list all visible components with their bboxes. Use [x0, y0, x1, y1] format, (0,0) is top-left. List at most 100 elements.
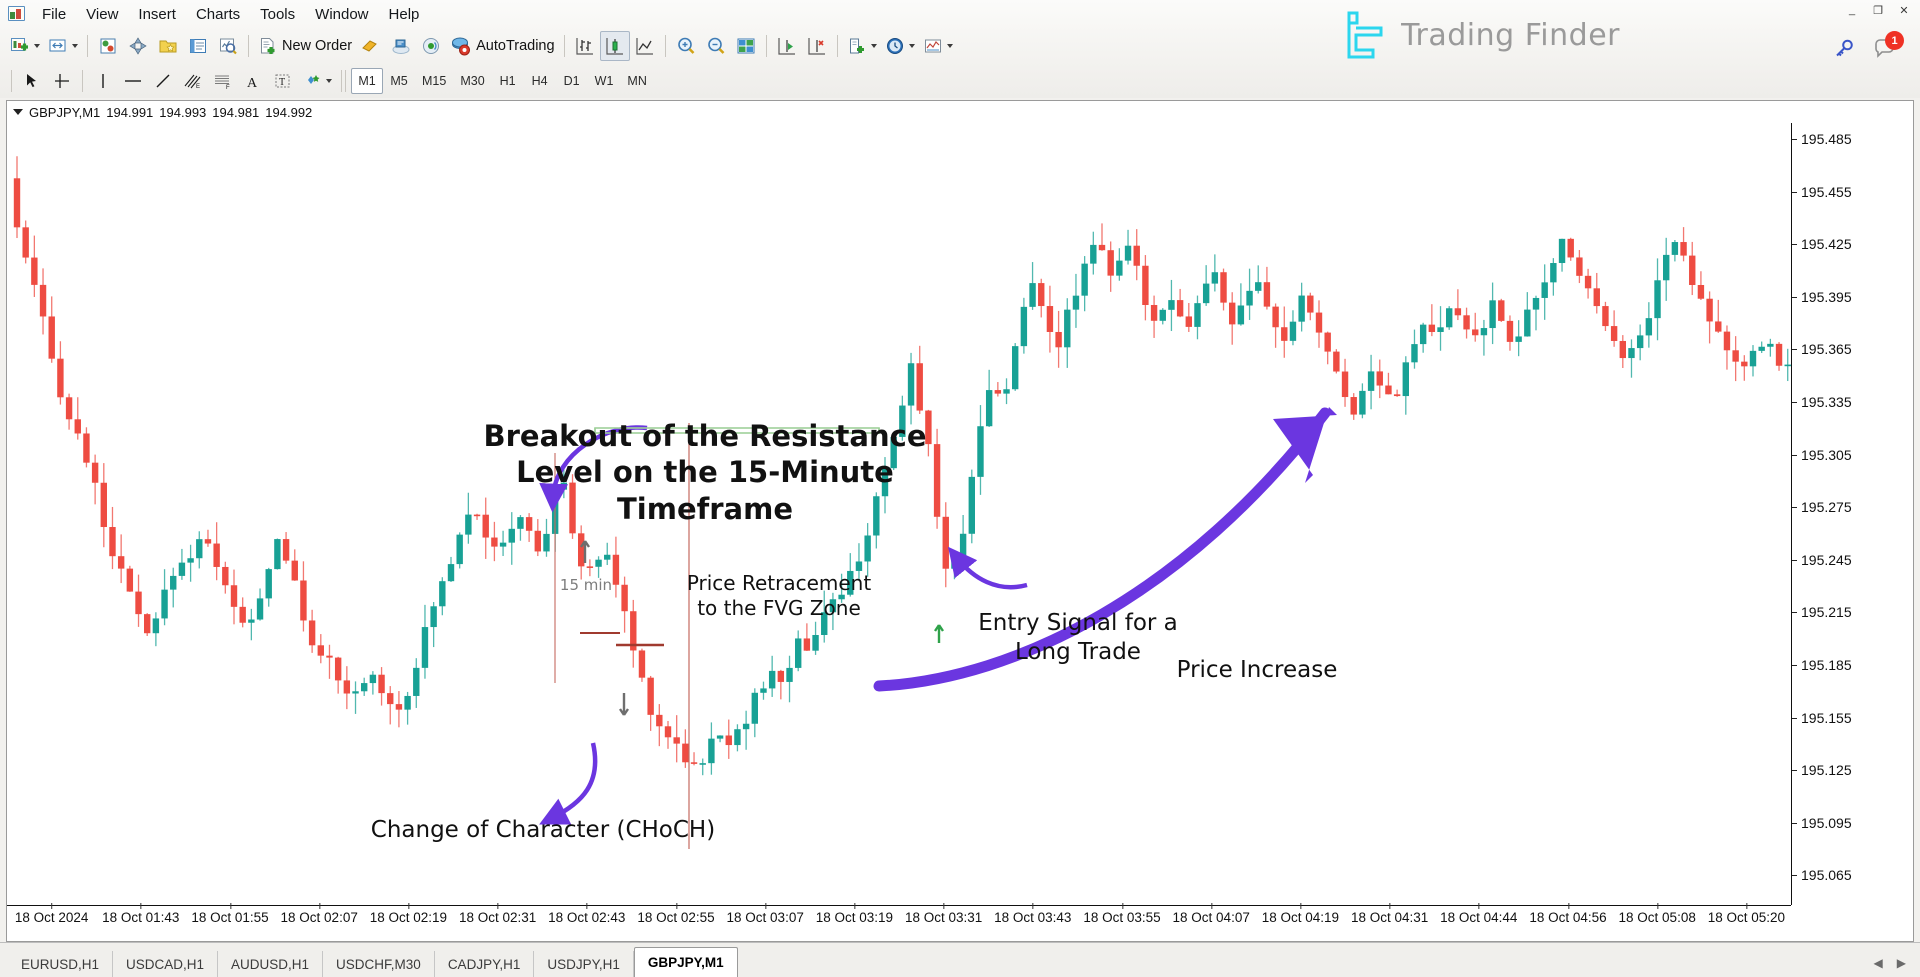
periods-button[interactable] [881, 31, 919, 61]
candle-body [1098, 244, 1106, 251]
restore-button[interactable]: ❐ [1866, 2, 1890, 18]
brand-name: Trading Finder [1401, 17, 1620, 53]
candle-body [126, 568, 134, 592]
line-chart-button[interactable] [630, 31, 660, 61]
candle-body [1636, 335, 1644, 349]
new-chart-button[interactable] [6, 31, 44, 61]
fibonacci-retracement-tool[interactable]: F [208, 66, 238, 96]
equidistant-channel-tool[interactable]: E [178, 66, 208, 96]
horizontal-line-icon [125, 80, 141, 82]
candle-body [525, 517, 533, 531]
svg-text:F: F [226, 85, 230, 90]
crosshair-tool[interactable] [47, 66, 77, 96]
time-tick: 18 Oct 03:19 [815, 903, 894, 925]
expert-advisors-button[interactable] [386, 31, 416, 61]
signals-button[interactable] [416, 31, 446, 61]
candle-body [1446, 308, 1453, 328]
candle-body [1333, 351, 1340, 372]
candle-body [985, 390, 993, 427]
shapes-tool[interactable] [298, 66, 336, 96]
trendline-tool[interactable] [148, 66, 178, 96]
candle-body [378, 674, 385, 694]
alerts-button[interactable]: 1 [1872, 31, 1904, 62]
text-label-tool[interactable]: T [268, 66, 298, 96]
menu-item-file[interactable]: File [32, 3, 76, 26]
chart-low: 194.981 [212, 104, 260, 120]
favourites-button[interactable] [153, 31, 183, 61]
templates-button[interactable] [919, 31, 957, 61]
candle-body [1376, 371, 1383, 386]
chart-tab-gbpjpy[interactable]: GBPJPY,M1 [633, 947, 738, 977]
timeframe-w1[interactable]: W1 [588, 68, 621, 94]
candle-body [1142, 265, 1149, 305]
tile-windows-button[interactable] [731, 31, 761, 61]
menu-item-tools[interactable]: Tools [250, 3, 305, 26]
candle-body [1229, 302, 1236, 325]
autotrading-icon [452, 37, 471, 56]
bar-chart-button[interactable] [570, 31, 600, 61]
candle-body [196, 539, 203, 559]
menu-item-help[interactable]: Help [379, 3, 430, 26]
metaeditor-button[interactable] [356, 31, 386, 61]
timeframe-m1[interactable]: M1 [351, 68, 383, 94]
chart-tab-eurusd[interactable]: EURUSD,H1 [8, 951, 114, 977]
minimize-button[interactable]: _ [1840, 2, 1864, 18]
vertical-line-tool[interactable] [88, 66, 118, 96]
profiles-button[interactable] [44, 31, 82, 61]
candle-body [1081, 263, 1088, 296]
new-order-button[interactable]: New Order [254, 31, 356, 61]
time-tick: 18 Oct 2024 [14, 903, 89, 925]
candle-body [1012, 346, 1019, 390]
chart-plot-area[interactable]: Breakout of the Resistance Level on the … [7, 123, 1913, 941]
chart-tab-usdjpy[interactable]: USDJPY,H1 [534, 951, 634, 977]
candlestick-chart-button[interactable] [599, 31, 630, 61]
strategy-tester-button[interactable] [213, 31, 243, 61]
chart-tab-audusd[interactable]: AUDUSD,H1 [218, 951, 324, 977]
autotrading-button[interactable]: AutoTrading [446, 31, 558, 61]
price-axis[interactable]: 195.485 195.455 195.425 195.395 195.365 195.3… [1791, 123, 1913, 905]
key-search-icon[interactable] [1832, 37, 1856, 61]
candle-body [1272, 306, 1279, 328]
horizontal-line-tool[interactable] [118, 66, 148, 96]
text-tool[interactable]: A [238, 66, 268, 96]
candlestick-chart-icon [605, 38, 623, 55]
timeframe-h1[interactable]: H1 [492, 68, 524, 94]
chart-tab-cadjpy[interactable]: CADJPY,H1 [435, 951, 535, 977]
navigator-button[interactable] [123, 31, 153, 61]
chevron-down-icon[interactable] [13, 109, 23, 115]
menu-item-window[interactable]: Window [305, 3, 378, 26]
timeframe-d1[interactable]: D1 [556, 68, 588, 94]
zoom-in-button[interactable] [671, 31, 701, 61]
price-tick: 195.155 [1792, 710, 1852, 726]
menu-item-insert[interactable]: Insert [128, 3, 186, 26]
candle-body [1237, 305, 1245, 325]
candle-body [751, 692, 758, 724]
timeframe-m5[interactable]: M5 [383, 68, 415, 94]
timeframe-mn[interactable]: MN [620, 68, 653, 94]
chart-tab-usdchf[interactable]: USDCHF,M30 [323, 951, 435, 977]
time-tick: 18 Oct 02:07 [280, 903, 358, 925]
timeframe-h4[interactable]: H4 [524, 68, 556, 94]
chart-tab-usdcad[interactable]: USDCAD,H1 [113, 951, 219, 977]
cursor-tool[interactable] [17, 66, 47, 96]
auto-scroll-button[interactable] [772, 31, 802, 61]
indicators-button[interactable] [843, 31, 881, 61]
close-button[interactable]: ✕ [1892, 2, 1916, 18]
terminal-button[interactable] [183, 31, 213, 61]
chart-shift-button[interactable] [802, 31, 832, 61]
menu-item-charts[interactable]: Charts [186, 3, 250, 26]
navigator-icon [129, 37, 147, 55]
candle-body [213, 543, 220, 567]
zoom-out-button[interactable] [701, 31, 731, 61]
candle-body [1072, 295, 1080, 310]
timeframe-m15[interactable]: M15 [415, 68, 453, 94]
candle-body [699, 763, 706, 765]
time-axis[interactable]: 18 Oct 2024 18 Oct 01:43 18 Oct 01:55 18 Oc… [7, 903, 1791, 941]
candle-body [1107, 250, 1114, 276]
market-watch-button[interactable] [93, 31, 123, 61]
candle-body [1480, 328, 1488, 336]
menu-item-view[interactable]: View [76, 3, 128, 26]
timeframe-m30[interactable]: M30 [453, 68, 491, 94]
tab-scroll-left[interactable]: ◀ [1874, 956, 1883, 970]
tab-scroll-right[interactable]: ▶ [1897, 956, 1906, 970]
